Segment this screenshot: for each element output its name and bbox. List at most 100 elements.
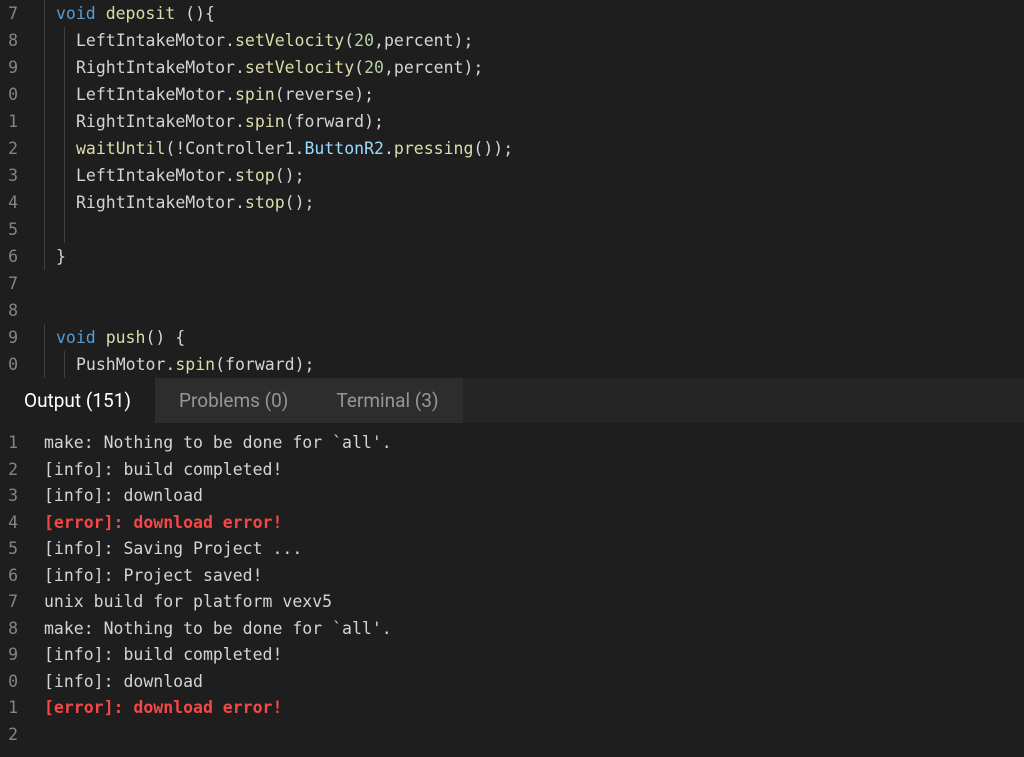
code-content[interactable]: }: [56, 243, 1024, 270]
indent-guide: [56, 54, 76, 81]
indent-guide: [18, 81, 56, 108]
code-token: ButtonR2: [305, 139, 384, 158]
code-token: );: [295, 355, 315, 374]
output-line-number: 4: [0, 510, 18, 537]
code-token: );: [354, 85, 374, 104]
code-editor[interactable]: 7void deposit (){8LeftIntakeMotor.setVel…: [0, 0, 1024, 378]
code-token: RightIntakeMotor.: [76, 193, 245, 212]
output-error-text: [error]: download error!: [18, 695, 282, 722]
output-line-number: 1: [0, 430, 18, 457]
code-token: );: [463, 58, 483, 77]
output-line: 2: [0, 722, 1024, 749]
code-token: percent: [384, 31, 454, 50]
output-line-number: 3: [0, 483, 18, 510]
indent-guide: [18, 54, 56, 81]
code-line[interactable]: 7void deposit (){: [0, 0, 1024, 27]
line-number: 4: [0, 189, 18, 216]
output-line: 3[info]: download: [0, 483, 1024, 510]
output-line-number: 1: [0, 695, 18, 722]
panel-tab[interactable]: Terminal (3): [312, 378, 462, 423]
output-line: 7unix build for platform vexv5: [0, 589, 1024, 616]
indent-guide: [18, 162, 56, 189]
code-line[interactable]: 7: [0, 270, 1024, 297]
code-line[interactable]: 2 waitUntil(!Controller1.ButtonR2.pressin…: [0, 135, 1024, 162]
code-line[interactable]: 0PushMotor.spin(forward);: [0, 351, 1024, 378]
code-line[interactable]: 3LeftIntakeMotor.stop();: [0, 162, 1024, 189]
code-content[interactable]: waitUntil(!Controller1.ButtonR2.pressing…: [76, 135, 1024, 162]
code-line[interactable]: 4 RightIntakeMotor.stop();: [0, 189, 1024, 216]
code-token: ();: [285, 193, 315, 212]
code-token: reverse: [285, 85, 355, 104]
code-token: spin: [175, 355, 215, 374]
code-token: [96, 328, 106, 347]
code-line[interactable]: 9 void push() {: [0, 324, 1024, 351]
output-line: 8make: Nothing to be done for `all'.: [0, 616, 1024, 643]
output-line: 5[info]: Saving Project ...: [0, 536, 1024, 563]
code-content[interactable]: PushMotor.spin(forward);: [76, 351, 1024, 378]
code-token: (: [285, 112, 295, 131]
code-token: forward: [225, 355, 295, 374]
output-error-text: [error]: download error!: [18, 510, 282, 537]
indent-guide: [18, 0, 56, 27]
code-token: RightIntakeMotor.: [76, 58, 245, 77]
code-line[interactable]: 9RightIntakeMotor.setVelocity(20,percent…: [0, 54, 1024, 81]
code-content[interactable]: LeftIntakeMotor.stop();: [76, 162, 1024, 189]
panel-tab[interactable]: Problems (0): [155, 378, 312, 423]
code-line[interactable]: 0LeftIntakeMotor.spin(reverse);: [0, 81, 1024, 108]
code-line[interactable]: 5: [0, 216, 1024, 243]
code-token: pressing: [394, 139, 473, 158]
indent-guide: [18, 108, 56, 135]
indent-guide: [18, 216, 56, 243]
panel-tab[interactable]: Output (151): [0, 378, 155, 423]
code-content[interactable]: void push() {: [56, 324, 1024, 351]
indent-guide: [18, 243, 56, 270]
indent-guide: [18, 27, 56, 54]
code-token: );: [364, 112, 384, 131]
code-content[interactable]: RightIntakeMotor.stop();: [76, 189, 1024, 216]
code-content[interactable]: [76, 216, 1024, 243]
output-text: [info]: build completed!: [18, 642, 282, 669]
line-number: 9: [0, 324, 18, 351]
code-token: RightIntakeMotor.: [76, 112, 245, 131]
line-number: 2: [0, 135, 18, 162]
indent-guide: [56, 27, 76, 54]
code-token: ();: [275, 166, 305, 185]
code-line[interactable]: 6}: [0, 243, 1024, 270]
code-content[interactable]: void deposit (){: [56, 0, 1024, 27]
output-line: 9[info]: build completed!: [0, 642, 1024, 669]
indent-guide: [18, 324, 56, 351]
code-content[interactable]: [56, 297, 1024, 324]
code-token: );: [454, 31, 474, 50]
output-text: [18, 722, 44, 749]
panel-tabs: Output (151)Problems (0)Terminal (3): [0, 378, 1024, 424]
code-token: [175, 4, 185, 23]
code-token: setVelocity: [235, 31, 344, 50]
code-token: LeftIntakeMotor.: [76, 85, 235, 104]
code-line[interactable]: 8: [0, 297, 1024, 324]
code-content[interactable]: RightIntakeMotor.setVelocity(20,percent)…: [76, 54, 1024, 81]
indent-guide: [18, 351, 56, 378]
code-token: setVelocity: [245, 58, 354, 77]
code-content[interactable]: [56, 270, 1024, 297]
code-token: deposit: [106, 4, 176, 23]
code-content[interactable]: LeftIntakeMotor.setVelocity(20,percent);: [76, 27, 1024, 54]
code-token: (: [275, 85, 285, 104]
code-content[interactable]: LeftIntakeMotor.spin(reverse);: [76, 81, 1024, 108]
output-panel[interactable]: 1make: Nothing to be done for `all'.2[in…: [0, 424, 1024, 757]
line-number: 8: [0, 27, 18, 54]
code-token: [96, 4, 106, 23]
output-line: 4[error]: download error!: [0, 510, 1024, 537]
line-number: 8: [0, 297, 18, 324]
code-content[interactable]: RightIntakeMotor.spin(forward);: [76, 108, 1024, 135]
gutter-spacer: [18, 297, 56, 324]
code-line[interactable]: 8 LeftIntakeMotor.setVelocity(20,percent)…: [0, 27, 1024, 54]
output-line-number: 5: [0, 536, 18, 563]
code-token: (: [215, 355, 225, 374]
indent-guide: [56, 108, 76, 135]
code-token: void: [56, 4, 96, 23]
code-line[interactable]: 1RightIntakeMotor.spin(forward);: [0, 108, 1024, 135]
code-token: Controller1.: [185, 139, 304, 158]
indent-guide: [56, 162, 76, 189]
output-text: unix build for platform vexv5: [18, 589, 332, 616]
gutter-spacer: [18, 270, 56, 297]
